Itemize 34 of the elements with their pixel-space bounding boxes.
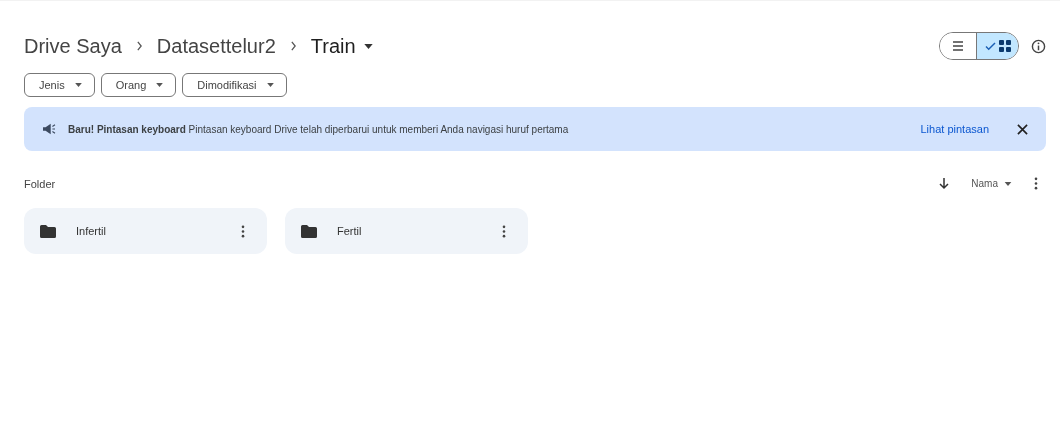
filter-chip[interactable]: Jenis [24,73,95,97]
folder-card[interactable]: Fertil [285,208,528,254]
shortcuts-link[interactable]: Lihat pintasan [920,123,989,135]
chevron-right-icon [135,41,143,51]
more-vertical-icon[interactable] [241,224,245,238]
caret-icon [1004,181,1012,186]
caret-icon [74,83,82,87]
check-icon [984,41,996,51]
grid-icon [998,40,1011,52]
folder-icon [40,224,56,238]
caret-icon [156,83,164,87]
banner-message: Baru! Pintasan keyboard Pintasan keyboard Drive telah diperbarui untuk memberi Anda navigasi huruf pertama [68,123,570,135]
folder-name: Infertil [76,225,107,237]
info-icon[interactable] [1031,38,1046,54]
megaphone-icon [42,123,56,135]
close-icon[interactable] [1017,123,1028,135]
caret-icon [363,43,373,49]
more-vertical-icon[interactable] [502,224,506,238]
breadcrumb-item[interactable]: Drive Saya [24,34,122,58]
breadcrumb-item[interactable]: Datasettelur2 [156,34,276,58]
caret-icon [266,83,274,87]
folder-card[interactable]: Infertil [24,208,267,254]
list-icon [952,41,964,51]
filter-chip[interactable]: Dimodifikasi [182,73,287,97]
arrow-down-icon[interactable] [939,177,950,190]
grid-view-button[interactable] [976,33,1018,59]
filter-chip[interactable]: Orang [100,73,177,97]
folder-icon [301,224,317,238]
chevron-right-icon [289,41,297,51]
breadcrumb-item[interactable]: Train [310,34,373,58]
folder-name: Fertil [337,225,363,237]
more-vertical-icon[interactable] [1034,177,1038,190]
sort-button[interactable]: Nama [971,178,1012,189]
section-title: Folder [24,177,56,190]
